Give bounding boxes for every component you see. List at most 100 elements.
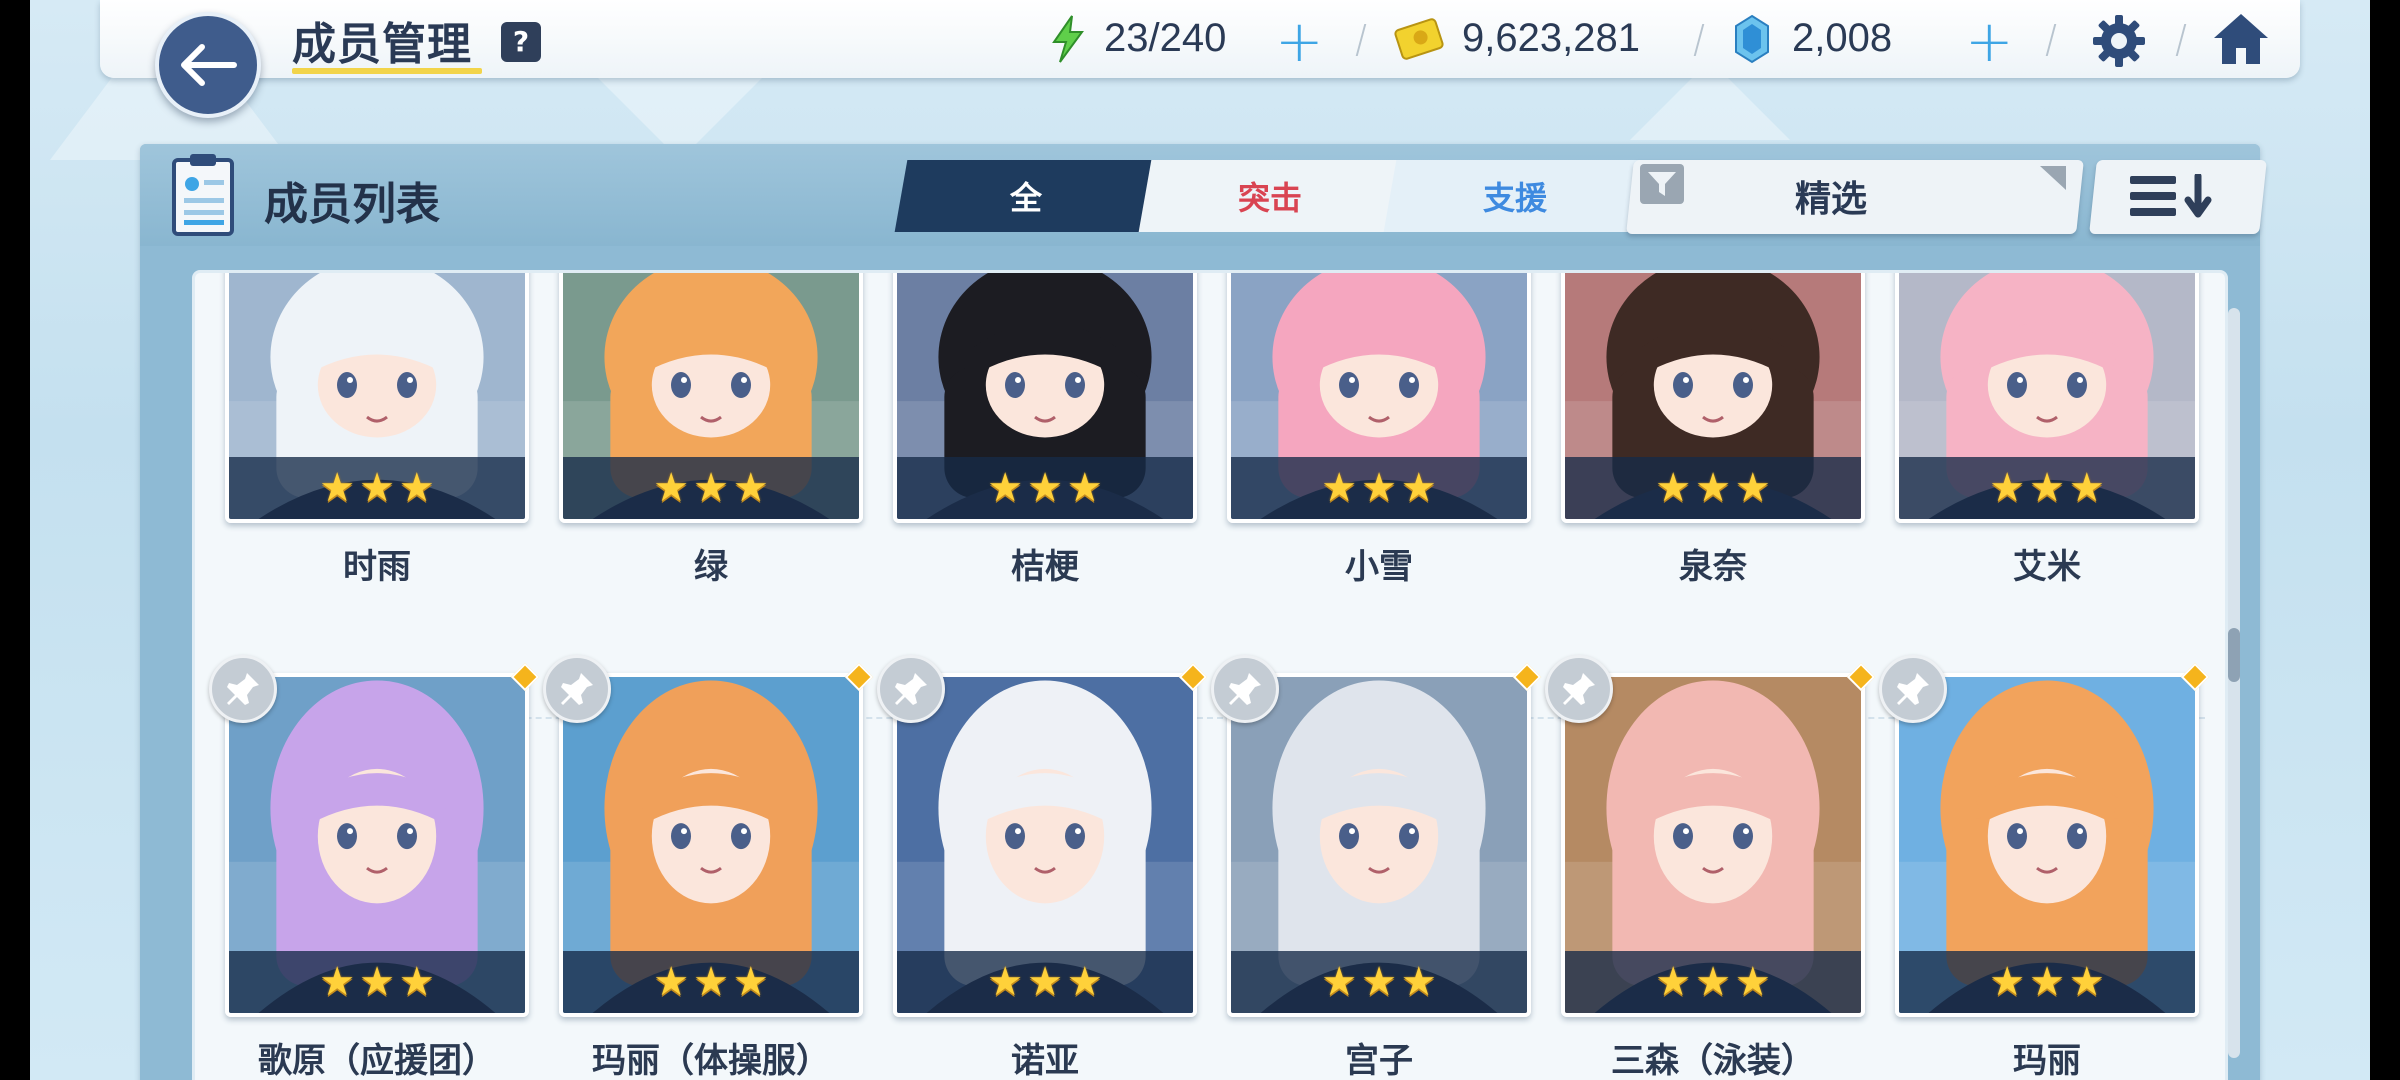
star-rating: ★ ★ ★ <box>1899 951 2195 1013</box>
member-grid[interactable]: ★ ★ ★ 时雨 ★ ★ ★ 绿 ★ ★ ★ 桔梗 ★ ★ ★ 小雪 ★ ★ ★… <box>192 270 2228 1080</box>
star-icon: ★ <box>693 959 729 1005</box>
energy-value: 23/240 <box>1104 16 1227 60</box>
corner-triangle-icon <box>2040 166 2066 190</box>
character-card[interactable]: ★ ★ ★ 小雪 <box>1227 273 1531 593</box>
member-panel: 成员列表 全 突击 支援 精选 ★ ★ ★ 时雨 ★ ★ ★ 绿 ★ ★ ★ 桔… <box>140 144 2267 1080</box>
star-icon: ★ <box>1400 465 1437 511</box>
star-icon: ★ <box>1655 959 1692 1005</box>
portrait-frame: ★ ★ ★ <box>1227 673 1531 1017</box>
star-icon: ★ <box>1066 465 1103 511</box>
star-rating: ★ ★ ★ <box>229 951 525 1013</box>
character-card[interactable]: ★ ★ ★ 三森（泳装） <box>1545 655 1876 1080</box>
star-icon: ★ <box>319 465 356 511</box>
credits-value: 9,623,281 <box>1462 16 1640 60</box>
portrait-frame: ★ ★ ★ <box>1561 673 1865 1017</box>
star-icon: ★ <box>398 959 435 1005</box>
star-icon: ★ <box>359 959 395 1005</box>
title-underline <box>292 68 482 74</box>
star-rating: ★ ★ ★ <box>563 951 859 1013</box>
star-icon: ★ <box>1027 959 1063 1005</box>
character-card[interactable]: ★ ★ ★ 诺亚 <box>877 655 1208 1080</box>
character-card[interactable]: ★ ★ ★ 绿 <box>559 273 863 593</box>
pin-button[interactable] <box>209 655 277 723</box>
pin-button[interactable] <box>1545 655 1613 723</box>
tab-all[interactable]: 全 <box>894 160 1158 232</box>
character-name: 时雨 <box>343 547 411 587</box>
character-name: 绿 <box>694 547 728 587</box>
filter-label: 精选 <box>1795 179 1868 220</box>
add-energy-button[interactable]: + <box>1275 12 1324 70</box>
panel-title: 成员列表 <box>264 179 440 230</box>
star-icon: ★ <box>1027 465 1063 511</box>
character-name: 玛丽 <box>2013 1041 2081 1080</box>
character-card[interactable]: ★ ★ ★ 时雨 <box>225 273 529 593</box>
character-card[interactable]: ★ ★ ★ 玛丽（体操服） <box>543 655 874 1080</box>
star-icon: ★ <box>1989 959 2026 1005</box>
tab-label: 支援 <box>1482 179 1547 217</box>
star-icon: ★ <box>1321 465 1358 511</box>
gear-icon[interactable] <box>2090 12 2148 70</box>
help-button[interactable]: ? <box>501 22 541 62</box>
character-name: 艾米 <box>2013 547 2081 587</box>
star-icon: ★ <box>2029 959 2065 1005</box>
star-icon: ★ <box>1655 465 1692 511</box>
portrait-frame: ★ ★ ★ <box>1895 673 2199 1017</box>
star-icon: ★ <box>2068 959 2105 1005</box>
character-card[interactable]: ★ ★ ★ 艾米 <box>1895 273 2199 593</box>
game-screen: 成员管理 ? 23/240 + 9,623,281 2,008 + 成员列表 全… <box>30 0 2370 1080</box>
character-card[interactable]: ★ ★ ★ 歌原（应援团） <box>209 655 540 1080</box>
star-rating: ★ ★ ★ <box>1899 457 2195 519</box>
portrait-frame: ★ ★ ★ <box>1561 273 1865 523</box>
star-rating: ★ ★ ★ <box>1565 951 1861 1013</box>
star-icon: ★ <box>1361 959 1397 1005</box>
star-icon: ★ <box>732 959 769 1005</box>
character-card[interactable]: ★ ★ ★ 桔梗 <box>893 273 1197 593</box>
tab-striker[interactable]: 突击 <box>1138 160 1402 232</box>
character-name: 歌原（应援团） <box>258 1041 496 1080</box>
portrait-frame: ★ ★ ★ <box>1227 273 1531 523</box>
star-icon: ★ <box>693 465 729 511</box>
character-name: 三森（泳装） <box>1611 1041 1815 1080</box>
scroll-thumb[interactable] <box>2228 628 2240 682</box>
character-card[interactable]: ★ ★ ★ 泉奈 <box>1561 273 1865 593</box>
portrait-frame: ★ ★ ★ <box>559 273 863 523</box>
star-rating: ★ ★ ★ <box>1231 951 1527 1013</box>
star-icon: ★ <box>987 959 1024 1005</box>
star-icon: ★ <box>1066 959 1103 1005</box>
home-icon[interactable] <box>2210 8 2272 70</box>
back-button[interactable] <box>155 12 261 118</box>
character-card[interactable]: ★ ★ ★ 宫子 <box>1211 655 1542 1080</box>
star-icon: ★ <box>1321 959 1358 1005</box>
gem-icon <box>1735 14 1769 64</box>
character-name: 桔梗 <box>1011 547 1079 587</box>
star-icon: ★ <box>2029 465 2065 511</box>
star-icon: ★ <box>1361 465 1397 511</box>
funnel-icon <box>1640 164 1684 204</box>
pin-button[interactable] <box>877 655 945 723</box>
star-icon: ★ <box>653 959 690 1005</box>
tab-label: 突击 <box>1237 179 1302 217</box>
portrait-frame: ★ ★ ★ <box>1895 273 2199 523</box>
tab-special[interactable]: 支援 <box>1383 160 1647 232</box>
lightning-icon <box>1052 15 1084 63</box>
pin-icon <box>1897 673 1929 705</box>
star-icon: ★ <box>653 465 690 511</box>
pin-icon <box>1229 673 1261 705</box>
pin-button[interactable] <box>1879 655 1947 723</box>
star-icon: ★ <box>359 465 395 511</box>
character-name: 诺亚 <box>1011 1041 1079 1080</box>
star-rating: ★ ★ ★ <box>563 457 859 519</box>
pin-button[interactable] <box>543 655 611 723</box>
star-icon: ★ <box>987 465 1024 511</box>
star-icon: ★ <box>1734 959 1771 1005</box>
scrollbar[interactable] <box>2228 308 2240 1058</box>
character-card[interactable]: ★ ★ ★ 玛丽 <box>1879 655 2210 1080</box>
star-rating: ★ ★ ★ <box>229 457 525 519</box>
add-gems-button[interactable]: + <box>1965 12 2014 70</box>
page-title: 成员管理 <box>292 19 472 70</box>
character-name: 小雪 <box>1345 547 1413 587</box>
pin-button[interactable] <box>1211 655 1279 723</box>
credit-card-icon <box>1394 18 1444 60</box>
star-icon: ★ <box>1734 465 1771 511</box>
back-arrow-icon <box>181 44 237 86</box>
